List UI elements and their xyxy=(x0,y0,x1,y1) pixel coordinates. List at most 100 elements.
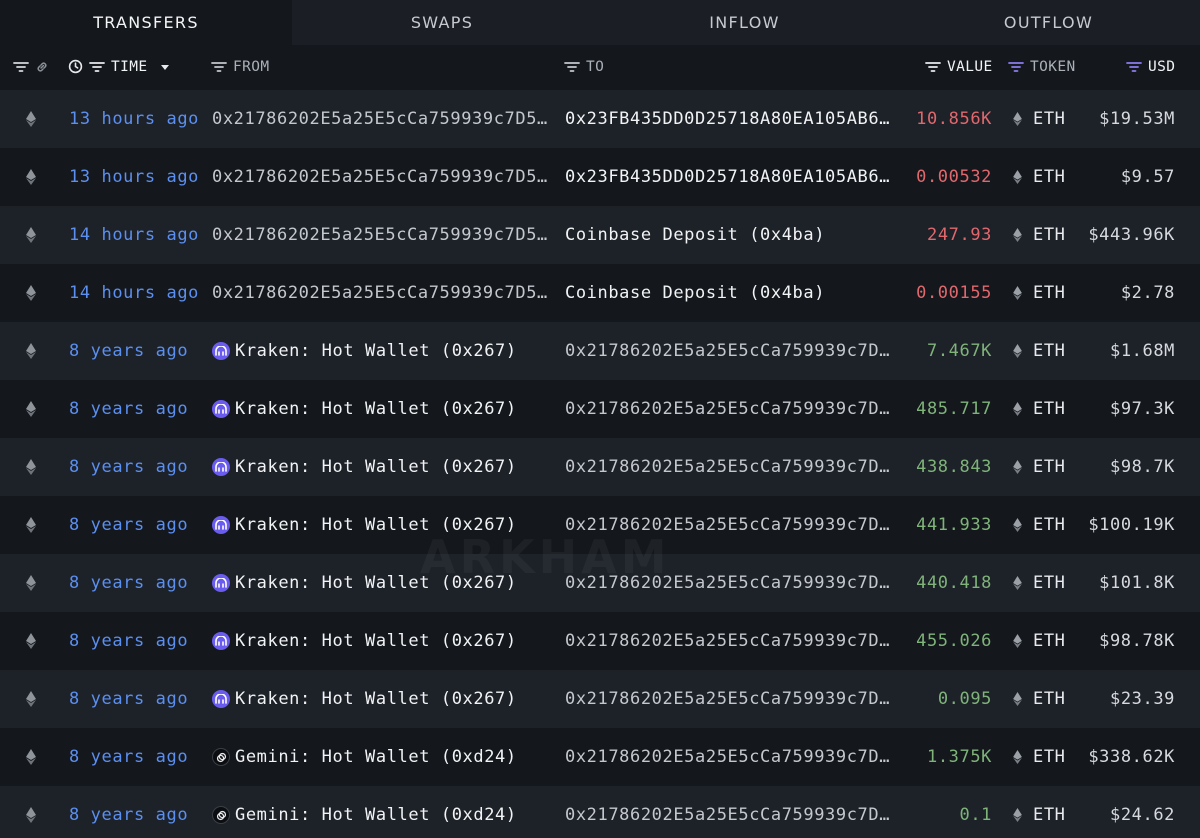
row-to-address[interactable]: 0x21786202E5a25E5cCa759939c7D56… xyxy=(565,380,900,438)
row-time-link[interactable]: 14 hours ago xyxy=(69,264,199,322)
row-value: 0.095 xyxy=(937,689,992,709)
row-to-address[interactable]: 0x21786202E5a25E5cCa759939c7D56… xyxy=(565,612,900,670)
eth-token-icon xyxy=(1013,728,1023,786)
eth-token-icon xyxy=(1013,670,1023,728)
table-row[interactable]: 8 years ago Kraken: Hot Wallet (0x267) 0… xyxy=(0,612,1200,670)
table-row[interactable]: 14 hours ago 0x21786202E5a25E5cCa759939c… xyxy=(0,264,1200,322)
time-column-header[interactable]: TIME xyxy=(68,45,172,88)
row-token[interactable]: ETH xyxy=(1033,90,1066,148)
row-to-address[interactable]: 0x21786202E5a25E5cCa759939c7D56… xyxy=(565,438,900,496)
row-from-address[interactable]: Gemini: Hot Wallet (0xd24) xyxy=(212,728,552,786)
row-from-address[interactable]: Kraken: Hot Wallet (0x267) xyxy=(212,438,552,496)
row-token[interactable]: ETH xyxy=(1033,554,1066,612)
row-time-link[interactable]: 8 years ago xyxy=(69,554,188,612)
row-token[interactable]: ETH xyxy=(1033,380,1066,438)
from-column-header[interactable]: FROM xyxy=(211,45,270,88)
gemini-logo-icon xyxy=(212,806,230,824)
row-from-label: 0x21786202E5a25E5cCa759939c7D56… xyxy=(212,225,552,245)
row-to-label: Coinbase Deposit (0x4ba) xyxy=(565,283,826,303)
tab-outflow[interactable]: OUTFLOW xyxy=(897,0,1200,45)
row-from-address[interactable]: 0x21786202E5a25E5cCa759939c7D56… xyxy=(212,206,552,264)
row-to-address[interactable]: 0x21786202E5a25E5cCa759939c7D56… xyxy=(565,496,900,554)
row-from-address[interactable]: 0x21786202E5a25E5cCa759939c7D56… xyxy=(212,264,552,322)
kraken-logo-icon xyxy=(212,574,230,592)
filter-active-icon xyxy=(1008,61,1024,72)
table-row[interactable]: 8 years ago Kraken: Hot Wallet (0x267) 0… xyxy=(0,322,1200,380)
filter-icon xyxy=(211,61,227,72)
row-from-address[interactable]: Kraken: Hot Wallet (0x267) xyxy=(212,322,552,380)
row-time-link[interactable]: 14 hours ago xyxy=(69,206,199,264)
row-from-address[interactable]: Kraken: Hot Wallet (0x267) xyxy=(212,670,552,728)
table-row[interactable]: 13 hours ago 0x21786202E5a25E5cCa759939c… xyxy=(0,90,1200,148)
row-to-address[interactable]: 0x21786202E5a25E5cCa759939c7D56… xyxy=(565,670,900,728)
table-row[interactable]: 8 years ago Kraken: Hot Wallet (0x267) 0… xyxy=(0,554,1200,612)
usd-column-header[interactable]: USD xyxy=(1126,45,1175,88)
row-token[interactable]: ETH xyxy=(1033,786,1066,838)
row-token[interactable]: ETH xyxy=(1033,148,1066,206)
row-usd: $101.8K xyxy=(1099,573,1175,593)
row-from-address[interactable]: Kraken: Hot Wallet (0x267) xyxy=(212,612,552,670)
row-token[interactable]: ETH xyxy=(1033,322,1066,380)
row-from-address[interactable]: 0x21786202E5a25E5cCa759939c7D56… xyxy=(212,148,552,206)
row-to-address[interactable]: 0x21786202E5a25E5cCa759939c7D56… xyxy=(565,786,900,838)
row-from-address[interactable]: Kraken: Hot Wallet (0x267) xyxy=(212,380,552,438)
table-row[interactable]: 8 years ago Gemini: Hot Wallet (0xd24) 0… xyxy=(0,728,1200,786)
ethereum-chain-icon xyxy=(26,438,40,496)
tab-swaps[interactable]: SWAPS xyxy=(292,0,592,45)
row-from-address[interactable]: Kraken: Hot Wallet (0x267) xyxy=(212,554,552,612)
row-token[interactable]: ETH xyxy=(1033,496,1066,554)
row-to-address[interactable]: 0x21786202E5a25E5cCa759939c7D56… xyxy=(565,728,900,786)
sort-desc-icon xyxy=(160,64,169,70)
row-time-link[interactable]: 8 years ago xyxy=(69,786,188,838)
table-row[interactable]: 8 years ago Kraken: Hot Wallet (0x267) 0… xyxy=(0,438,1200,496)
row-token[interactable]: ETH xyxy=(1033,438,1066,496)
table-row[interactable]: 8 years ago Gemini: Hot Wallet (0xd24) 0… xyxy=(0,786,1200,838)
row-to-label: 0x21786202E5a25E5cCa759939c7D56… xyxy=(565,515,900,535)
kraken-logo-icon xyxy=(212,458,230,476)
row-to-address[interactable]: Coinbase Deposit (0x4ba) xyxy=(565,264,900,322)
row-token[interactable]: ETH xyxy=(1033,612,1066,670)
kraken-logo-icon xyxy=(212,690,230,708)
row-token[interactable]: ETH xyxy=(1033,264,1066,322)
row-from-address[interactable]: Gemini: Hot Wallet (0xd24) xyxy=(212,786,552,838)
row-time-link[interactable]: 8 years ago xyxy=(69,612,188,670)
row-time-link[interactable]: 13 hours ago xyxy=(69,90,199,148)
value-column-header[interactable]: VALUE xyxy=(925,45,993,88)
row-time-link[interactable]: 8 years ago xyxy=(69,728,188,786)
table-row[interactable]: 14 hours ago 0x21786202E5a25E5cCa759939c… xyxy=(0,206,1200,264)
row-token[interactable]: ETH xyxy=(1033,728,1066,786)
row-time-link[interactable]: 8 years ago xyxy=(69,380,188,438)
row-time-link[interactable]: 8 years ago xyxy=(69,438,188,496)
to-column-header[interactable]: TO xyxy=(564,45,604,88)
row-time-link[interactable]: 13 hours ago xyxy=(69,148,199,206)
table-row[interactable]: 8 years ago Kraken: Hot Wallet (0x267) 0… xyxy=(0,670,1200,728)
filter-icon xyxy=(564,61,580,72)
row-to-label: 0x23FB435DD0D25718A80EA105AB63C… xyxy=(565,109,900,129)
row-from-address[interactable]: 0x21786202E5a25E5cCa759939c7D56… xyxy=(212,90,552,148)
row-token[interactable]: ETH xyxy=(1033,670,1066,728)
row-token[interactable]: ETH xyxy=(1033,206,1066,264)
row-to-address[interactable]: Coinbase Deposit (0x4ba) xyxy=(565,206,900,264)
tab-inflow[interactable]: INFLOW xyxy=(592,0,897,45)
row-to-label: 0x21786202E5a25E5cCa759939c7D56… xyxy=(565,341,900,361)
row-time-link[interactable]: 8 years ago xyxy=(69,322,188,380)
kraken-logo-icon xyxy=(212,400,230,418)
row-time-link[interactable]: 8 years ago xyxy=(69,670,188,728)
filter-icon xyxy=(925,61,941,72)
row-time-link[interactable]: 8 years ago xyxy=(69,496,188,554)
row-value: 1.375K xyxy=(926,747,992,767)
row-value: 7.467K xyxy=(926,341,992,361)
table-row[interactable]: 8 years ago Kraken: Hot Wallet (0x267) 0… xyxy=(0,496,1200,554)
row-to-label: 0x21786202E5a25E5cCa759939c7D56… xyxy=(565,747,900,767)
tab-transfers[interactable]: TRANSFERS xyxy=(0,0,292,45)
row-to-address[interactable]: 0x23FB435DD0D25718A80EA105AB63C… xyxy=(565,90,900,148)
row-to-address[interactable]: 0x23FB435DD0D25718A80EA105AB63C… xyxy=(565,148,900,206)
table-row[interactable]: 8 years ago Kraken: Hot Wallet (0x267) 0… xyxy=(0,380,1200,438)
token-column-header[interactable]: TOKEN xyxy=(1008,45,1076,88)
row-to-address[interactable]: 0x21786202E5a25E5cCa759939c7D56… xyxy=(565,554,900,612)
table-row[interactable]: 13 hours ago 0x21786202E5a25E5cCa759939c… xyxy=(0,148,1200,206)
row-from-address[interactable]: Kraken: Hot Wallet (0x267) xyxy=(212,496,552,554)
chain-filter[interactable] xyxy=(13,45,49,88)
row-to-address[interactable]: 0x21786202E5a25E5cCa759939c7D56… xyxy=(565,322,900,380)
usd-header-label: USD xyxy=(1148,58,1176,75)
